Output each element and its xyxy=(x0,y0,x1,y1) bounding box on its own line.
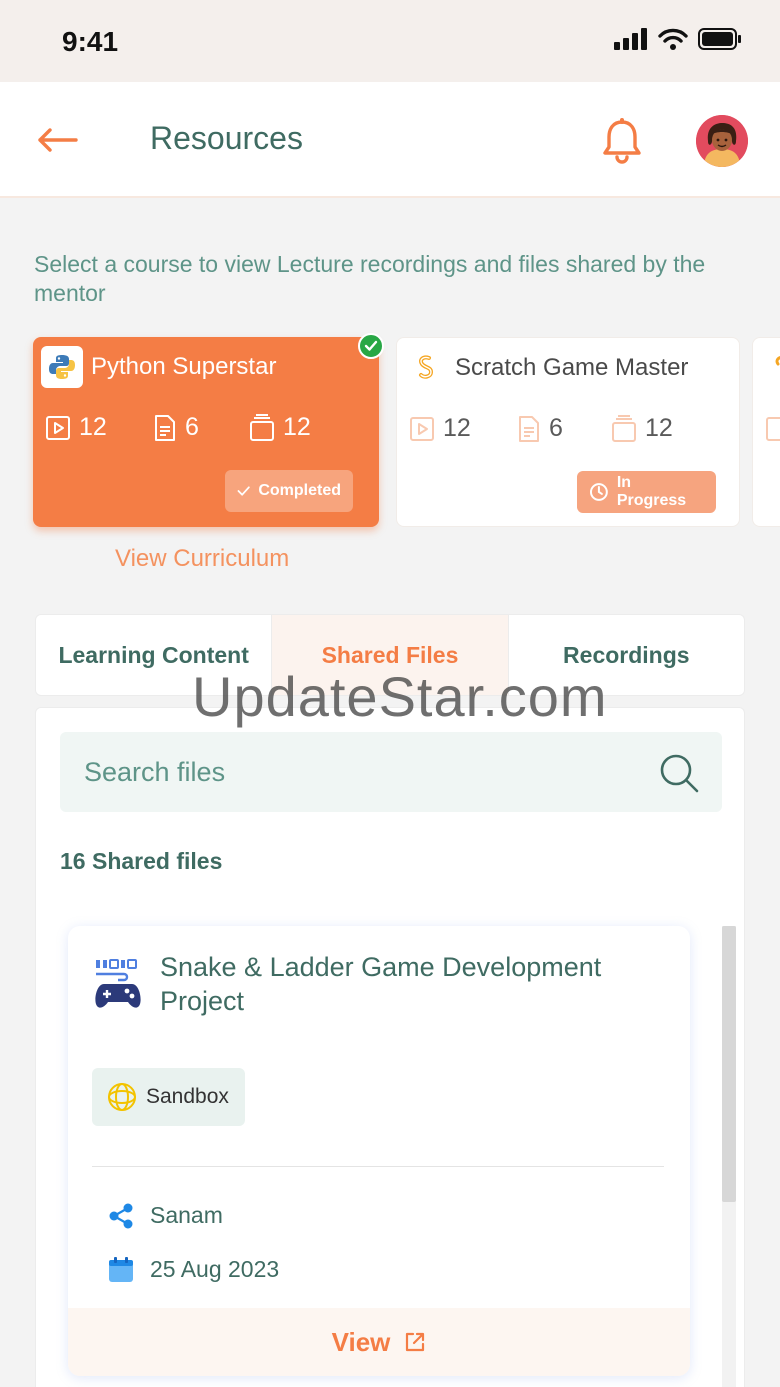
status-time: 9:41 xyxy=(62,26,119,57)
shared-by-row: Sanam xyxy=(108,1202,223,1229)
wifi-icon xyxy=(658,28,688,50)
course-card-scratch[interactable]: Scratch Game Master 12 6 12 In Progress xyxy=(396,337,740,527)
videos-count-value: 12 xyxy=(79,413,107,441)
videos-count: 12 xyxy=(45,413,107,442)
files-count-value: 12 xyxy=(283,413,311,441)
document-icon xyxy=(155,414,175,441)
course-card-python[interactable]: Python Superstar 12 6 12 Completed xyxy=(33,333,384,527)
sandbox-logo-icon xyxy=(108,1083,136,1111)
tab-shared-files[interactable]: Shared Files xyxy=(271,615,508,695)
python-logo-icon xyxy=(41,346,83,388)
docs-count-value: 6 xyxy=(185,413,199,441)
files-count: 12 xyxy=(611,414,673,443)
avatar-icon xyxy=(696,115,748,167)
app-header: Resources xyxy=(0,82,780,198)
bell-icon xyxy=(603,118,641,164)
page-title: Resources xyxy=(150,120,303,156)
calendar-icon xyxy=(109,1256,133,1282)
view-file-label: View xyxy=(331,1326,391,1357)
tab-recordings[interactable]: Recordings xyxy=(507,615,744,695)
date-row: 25 Aug 2023 xyxy=(108,1256,279,1283)
scratch-logo-icon xyxy=(775,356,780,366)
resource-tabs: Learning Content Shared Files Recordings xyxy=(35,614,745,696)
clock-icon xyxy=(589,483,608,501)
course-name: Python Superstar xyxy=(91,353,277,380)
status-bar: 9:41 xyxy=(0,0,780,82)
video-icon xyxy=(410,416,434,441)
files-count-label: 16 Shared files xyxy=(60,848,223,874)
status-badge-completed: Completed xyxy=(225,470,353,512)
docs-count: 6 xyxy=(153,413,199,442)
file-title: Snake & Ladder Game Development Project xyxy=(160,952,602,1016)
course-card-next[interactable] xyxy=(752,337,780,527)
videos-count: 12 xyxy=(409,414,471,443)
file-tag: Sandbox xyxy=(92,1068,245,1126)
battery-icon xyxy=(698,28,741,50)
view-curriculum-link[interactable]: View Curriculum xyxy=(115,545,289,573)
arrow-left-icon xyxy=(38,128,78,152)
share-icon xyxy=(109,1203,133,1228)
video-icon xyxy=(766,417,780,441)
game-controller-icon xyxy=(95,959,141,1008)
docs-count: 6 xyxy=(517,414,563,443)
user-avatar[interactable] xyxy=(696,115,748,167)
search-input[interactable] xyxy=(84,732,644,812)
shared-by-name: Sanam xyxy=(150,1202,223,1228)
file-card: Snake & Ladder Game Development Project … xyxy=(68,926,690,1376)
course-name: Scratch Game Master xyxy=(455,354,689,381)
files-count: 12 xyxy=(249,413,311,442)
cellular-signal-icon xyxy=(614,28,647,50)
status-badge-in-progress: In Progress xyxy=(577,471,716,513)
check-icon xyxy=(237,486,250,496)
file-tag-label: Sandbox xyxy=(146,1085,229,1108)
scratch-logo-icon xyxy=(405,347,447,389)
docs-count-value: 6 xyxy=(549,414,563,442)
document-icon xyxy=(519,415,539,442)
shared-files-panel: 16 Shared files Snake & Ladder Game Deve… xyxy=(35,707,745,1387)
shared-date: 25 Aug 2023 xyxy=(150,1256,280,1282)
status-badge-label: Completed xyxy=(258,482,341,499)
videos-count-value: 12 xyxy=(443,414,471,442)
view-file-button[interactable]: View xyxy=(68,1308,690,1376)
notifications-button[interactable] xyxy=(600,118,644,164)
files-count-value: 12 xyxy=(645,414,673,442)
intro-text: Select a course to view Lecture recordin… xyxy=(34,251,706,306)
scrollbar-thumb[interactable] xyxy=(722,926,736,1202)
back-button[interactable] xyxy=(36,120,80,160)
status-icons xyxy=(614,28,742,50)
divider xyxy=(92,1166,664,1167)
search-box xyxy=(60,732,722,812)
tab-learning-content[interactable]: Learning Content xyxy=(36,615,271,695)
status-badge-label: In Progress xyxy=(616,474,687,509)
video-icon xyxy=(46,415,70,440)
folder-stack-icon xyxy=(612,414,636,442)
search-icon[interactable] xyxy=(658,752,700,794)
external-link-icon xyxy=(406,1332,425,1352)
folder-stack-icon xyxy=(250,413,274,441)
selected-check-icon xyxy=(358,333,384,359)
